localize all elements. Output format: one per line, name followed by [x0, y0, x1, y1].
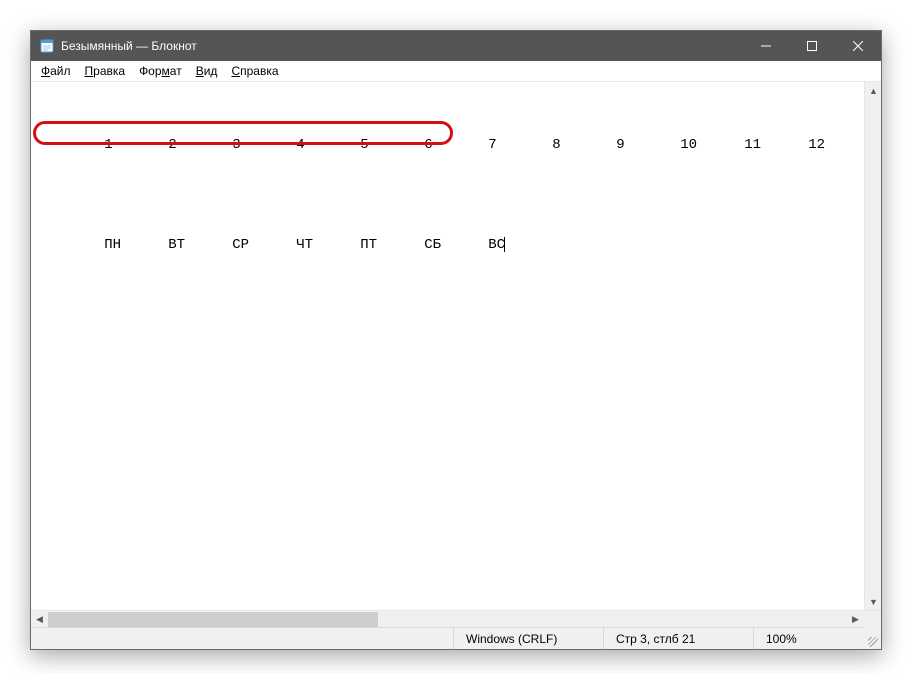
text-area[interactable]: 12345678910111213 ПНВТСРЧТПТСБВС: [31, 82, 881, 610]
statusbar: Windows (CRLF) Стр 3, стлб 21 100%: [31, 627, 881, 649]
menu-file[interactable]: Файл: [35, 63, 77, 79]
window-title: Безымянный — Блокнот: [61, 39, 197, 53]
notepad-window: Безымянный — Блокнот Файл Правка Формат …: [30, 30, 882, 650]
status-zoom: 100%: [753, 628, 863, 649]
minimize-button[interactable]: [743, 31, 789, 61]
text-cursor: [504, 237, 505, 252]
close-button[interactable]: [835, 31, 881, 61]
vertical-scrollbar[interactable]: ▲ ▼: [864, 82, 881, 610]
titlebar[interactable]: Безымянный — Блокнот: [31, 31, 881, 61]
menu-format[interactable]: Формат: [133, 63, 188, 79]
window-controls: [743, 31, 881, 61]
text-line: 12345678910111213: [37, 118, 875, 136]
scroll-corner: [864, 611, 881, 628]
scroll-down-icon[interactable]: ▼: [865, 593, 882, 610]
horizontal-scrollbar[interactable]: ◀ ▶: [31, 610, 881, 627]
resize-grip-icon[interactable]: [863, 628, 881, 650]
text-line: ПНВТСРЧТПТСБВС: [37, 218, 875, 236]
menubar: Файл Правка Формат Вид Справка: [31, 61, 881, 81]
status-position: Стр 3, стлб 21: [603, 628, 753, 649]
scroll-thumb[interactable]: [48, 612, 378, 627]
menu-edit[interactable]: Правка: [79, 63, 132, 79]
maximize-button[interactable]: [789, 31, 835, 61]
scroll-track[interactable]: [48, 611, 847, 627]
scroll-right-icon[interactable]: ▶: [847, 611, 864, 628]
status-encoding: Windows (CRLF): [453, 628, 603, 649]
editor-wrap: 12345678910111213 ПНВТСРЧТПТСБВС ▲ ▼ ◀ ▶: [31, 81, 881, 627]
scroll-left-icon[interactable]: ◀: [31, 611, 48, 628]
scroll-up-icon[interactable]: ▲: [865, 82, 882, 99]
text-line: [37, 168, 875, 186]
menu-view[interactable]: Вид: [190, 63, 224, 79]
menu-help[interactable]: Справка: [225, 63, 284, 79]
app-icon: [39, 38, 55, 54]
